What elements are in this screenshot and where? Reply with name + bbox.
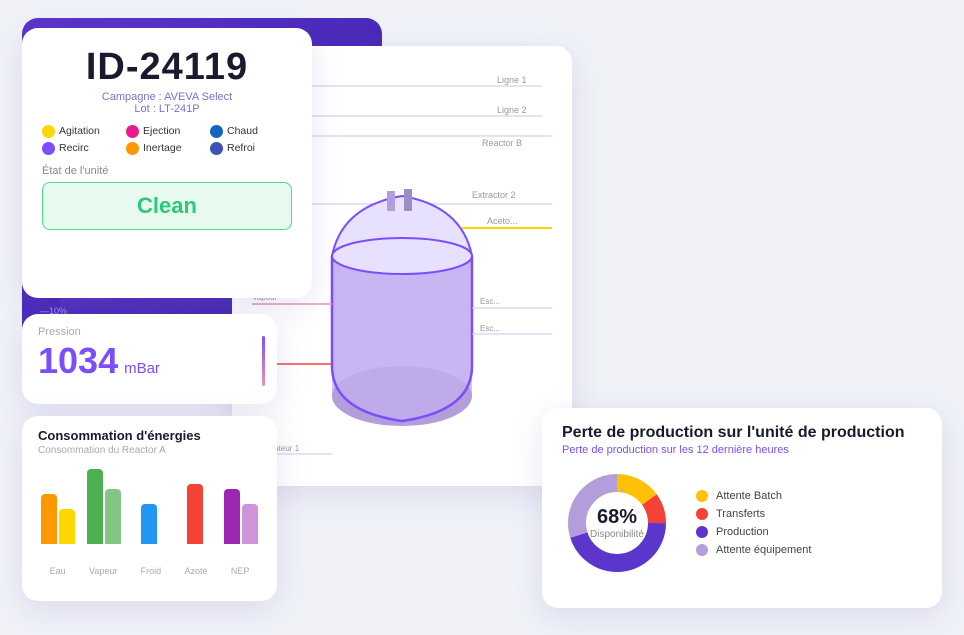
donut-percentage: 68% xyxy=(590,506,644,529)
legend-attente-equipement: Attente équipement xyxy=(696,544,811,556)
production-subtitle: Perte de production sur les 12 dernière … xyxy=(562,444,922,456)
id-number: ID-24119 xyxy=(42,46,292,89)
production-content: 68% Disponibilité Attente Batch Transfer… xyxy=(562,468,922,578)
donut-center: 68% Disponibilité xyxy=(590,506,644,540)
label-azote: Azote xyxy=(184,566,207,576)
pressure-label: Pression xyxy=(38,326,261,338)
dot-production xyxy=(696,526,708,538)
label-nep: NEP xyxy=(231,566,250,576)
label-froid: Froid xyxy=(141,566,162,576)
label-production: Production xyxy=(716,526,769,538)
production-title: Perte de production sur l'unité de produ… xyxy=(562,424,922,442)
svg-text:Esc...: Esc... xyxy=(480,297,500,306)
bar-eau-1 xyxy=(41,494,57,544)
label-eau: Eau xyxy=(50,566,66,576)
legend-transferts: Transferts xyxy=(696,508,811,520)
svg-text:Ligne 1: Ligne 1 xyxy=(497,75,527,85)
badge-chaud: Chaud xyxy=(210,125,292,138)
badge-recirc: Recirc xyxy=(42,142,124,155)
refroi-icon xyxy=(210,142,223,155)
bar-group-froid xyxy=(141,504,157,544)
bar-nep-1 xyxy=(224,489,240,544)
donut-chart: 68% Disponibilité xyxy=(562,468,672,578)
badge-refroi: Refroi xyxy=(210,142,292,155)
energy-title: Consommation d'énergies xyxy=(38,428,261,443)
pressure-bar-indicator xyxy=(262,336,265,386)
bar-col-nep xyxy=(221,489,261,544)
pressure-value: 1034 mBar xyxy=(38,340,261,382)
main-scene: ID-24119 Campagne : AVEVA Select Lot : L… xyxy=(22,18,942,618)
badge-refroi-label: Refroi xyxy=(227,142,255,154)
svg-text:Ligne 2: Ligne 2 xyxy=(497,105,527,115)
ejection-icon xyxy=(126,125,139,138)
pressure-number: 1034 xyxy=(38,340,118,382)
label-vapeur: Vapeur xyxy=(89,566,117,576)
energy-card: Consommation d'énergies Consommation du … xyxy=(22,416,277,601)
bar-azote-1 xyxy=(187,484,203,544)
bar-froid-1 xyxy=(141,504,157,544)
id-card: ID-24119 Campagne : AVEVA Select Lot : L… xyxy=(22,28,312,298)
svg-text:Aceto...: Aceto... xyxy=(487,216,518,226)
badge-inertage-label: Inertage xyxy=(143,142,182,154)
production-legend: Attente Batch Transferts Production Atte… xyxy=(696,490,811,556)
badge-agitation: Agitation xyxy=(42,125,124,138)
svg-text:Esc...: Esc... xyxy=(480,324,500,333)
label-attente-equipement: Attente équipement xyxy=(716,544,811,556)
label-transferts: Transferts xyxy=(716,508,765,520)
recirc-icon xyxy=(42,142,55,155)
bar-col-azote xyxy=(175,484,215,544)
bar-vapeur-1 xyxy=(87,469,103,544)
bar-group-nep xyxy=(224,489,258,544)
energy-bar-chart xyxy=(38,464,261,564)
dot-transferts xyxy=(696,508,708,520)
label-attente-batch: Attente Batch xyxy=(716,490,782,502)
bar-group-azote xyxy=(187,484,203,544)
bar-group-eau xyxy=(41,494,75,544)
dot-attente-equipement xyxy=(696,544,708,556)
badge-agitation-label: Agitation xyxy=(59,125,100,137)
inertage-icon xyxy=(126,142,139,155)
badge-ejection-label: Ejection xyxy=(143,125,180,137)
bar-col-froid xyxy=(130,504,170,544)
id-lot: Lot : LT-241P xyxy=(42,103,292,115)
bar-nep-2 xyxy=(242,504,258,544)
bar-group-vapeur xyxy=(87,469,121,544)
svg-text:Reactor B: Reactor B xyxy=(482,138,522,148)
legend-production: Production xyxy=(696,526,811,538)
status-clean-badge: Clean xyxy=(42,182,292,230)
id-campaign: Campagne : AVEVA Select xyxy=(42,91,292,103)
badge-chaud-label: Chaud xyxy=(227,125,258,137)
svg-text:Extractor 2: Extractor 2 xyxy=(472,190,516,200)
badges-grid: Agitation Ejection Chaud Recirc Inertage… xyxy=(42,125,292,155)
badge-ejection: Ejection xyxy=(126,125,208,138)
pressure-card: Pression 1034 mBar xyxy=(22,314,277,404)
bar-eau-2 xyxy=(59,509,75,544)
bar-vapeur-2 xyxy=(105,489,121,544)
bar-labels: Eau Vapeur Froid Azote NEP xyxy=(38,566,261,576)
bar-col-vapeur xyxy=(84,469,124,544)
badge-inertage: Inertage xyxy=(126,142,208,155)
donut-label: Disponibilité xyxy=(590,529,644,540)
etat-label: État de l'unité xyxy=(42,165,292,177)
chaud-icon xyxy=(210,125,223,138)
bar-col-eau xyxy=(38,494,78,544)
pressure-unit: mBar xyxy=(124,360,160,377)
production-card: Perte de production sur l'unité de produ… xyxy=(542,408,942,608)
legend-attente-batch: Attente Batch xyxy=(696,490,811,502)
energy-subtitle: Consommation du Reactor A xyxy=(38,445,261,456)
dot-attente-batch xyxy=(696,490,708,502)
badge-recirc-label: Recirc xyxy=(59,142,89,154)
agitation-icon xyxy=(42,125,55,138)
